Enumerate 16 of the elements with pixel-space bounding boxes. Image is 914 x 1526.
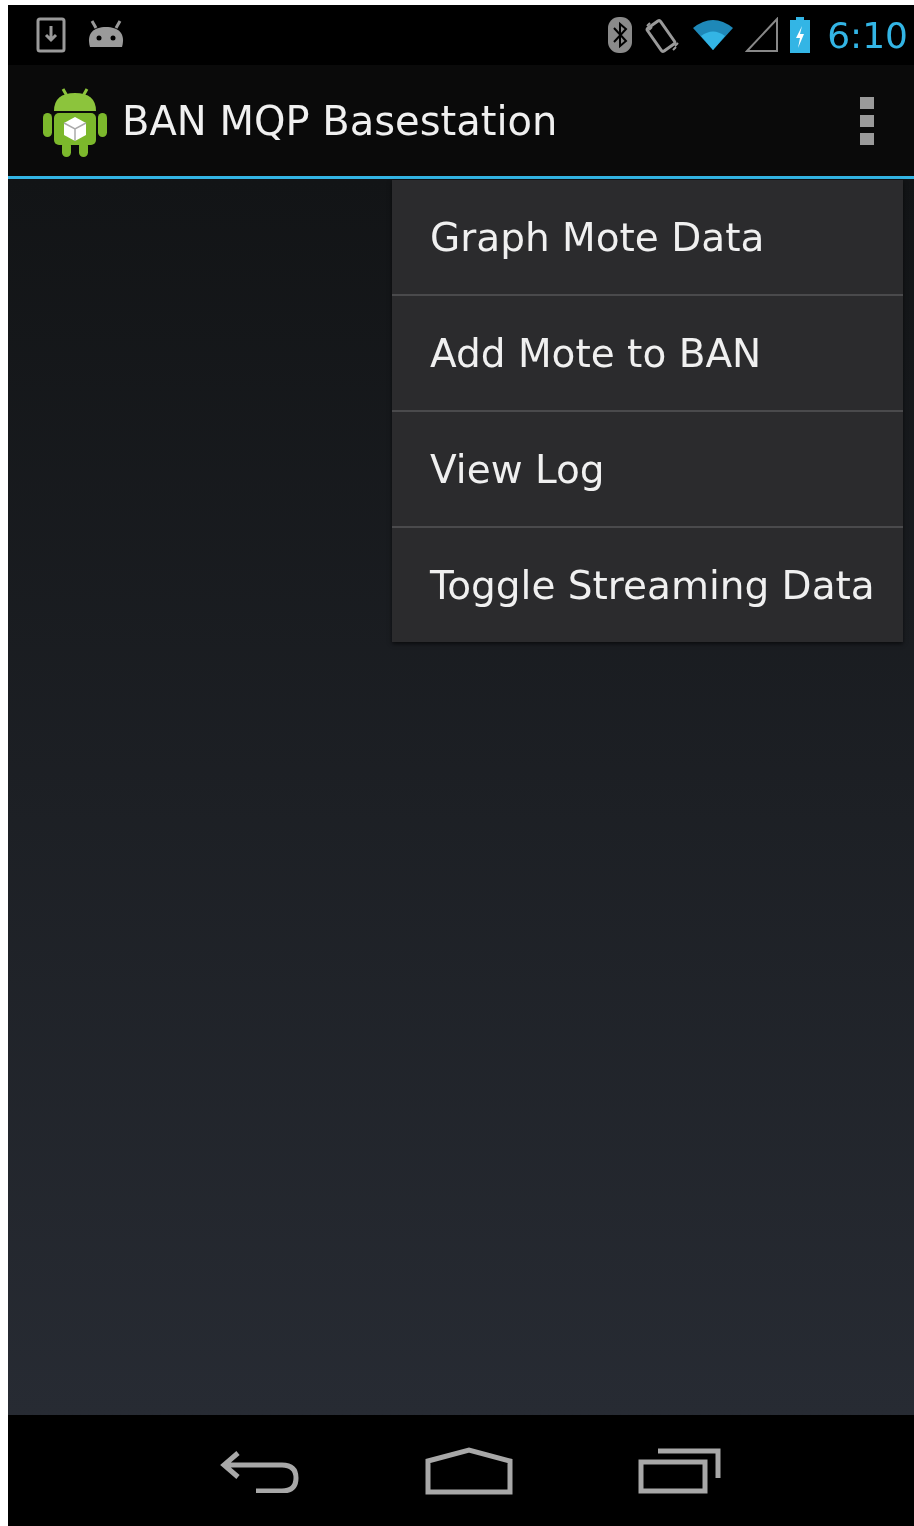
app-title: BAN MQP Basestation (122, 97, 559, 144)
clock-time: 6:10 (827, 14, 908, 56)
back-icon[interactable] (220, 1448, 301, 1493)
menu-item[interactable]: Add Mote to BAN (392, 294, 903, 410)
recent-apps-icon[interactable] (637, 1447, 722, 1494)
wifi-icon (691, 18, 736, 52)
signal-icon (745, 17, 780, 53)
battery-charging-icon (789, 16, 812, 54)
vibrate-icon (643, 16, 682, 54)
menu-item[interactable]: Toggle Streaming Data (392, 526, 903, 642)
bluetooth-icon (607, 16, 634, 54)
menu-item[interactable]: Graph Mote Data (392, 180, 903, 294)
home-icon[interactable] (425, 1446, 513, 1495)
download-icon (36, 17, 66, 53)
menu-item[interactable]: View Log (392, 410, 903, 526)
menu-icon (860, 96, 874, 145)
